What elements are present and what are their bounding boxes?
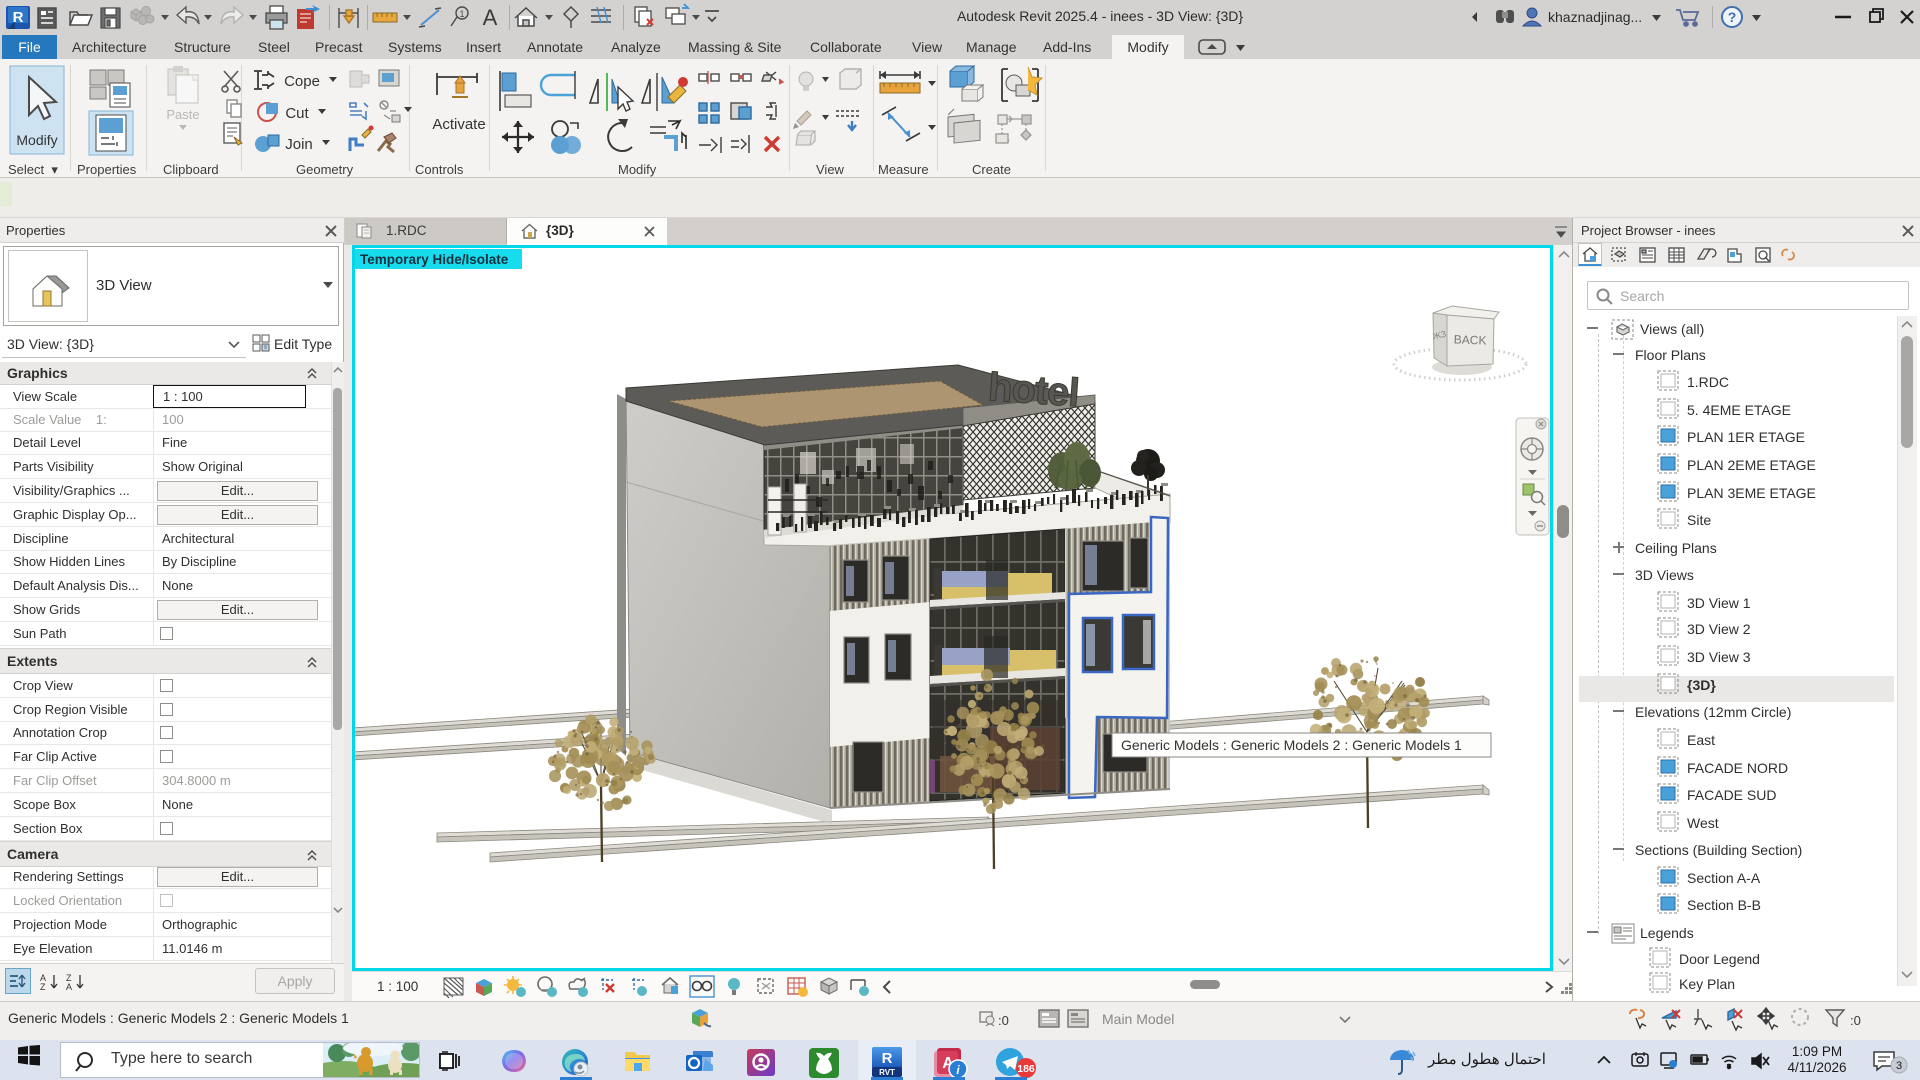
svg-text:BACK: BACK bbox=[1454, 332, 1487, 347]
svg-text::0: :0 bbox=[998, 1013, 1009, 1028]
svg-text:Modify: Modify bbox=[16, 132, 57, 148]
svg-text:hotel: hotel bbox=[987, 365, 1080, 415]
svg-text:?: ? bbox=[1728, 9, 1737, 25]
svg-text:Activate: Activate bbox=[432, 116, 485, 133]
svg-text:R: R bbox=[882, 1050, 893, 1067]
svg-text:A: A bbox=[483, 5, 498, 30]
svg-text:A: A bbox=[66, 982, 72, 991]
svg-text:Join: Join bbox=[285, 136, 313, 153]
svg-text:Temporary Hide/Isolate: Temporary Hide/Isolate bbox=[360, 252, 509, 267]
svg-text:RVT: RVT bbox=[879, 1068, 895, 1077]
svg-text:1: 1 bbox=[459, 9, 464, 19]
svg-text::0: :0 bbox=[1850, 1013, 1861, 1028]
svg-text:Paste: Paste bbox=[166, 107, 199, 122]
svg-text:Cut: Cut bbox=[285, 105, 309, 122]
svg-text:186: 186 bbox=[1017, 1063, 1035, 1075]
svg-text:Generic Models : Generic Model: Generic Models : Generic Models 2 : Gene… bbox=[1121, 737, 1462, 753]
svg-text:3: 3 bbox=[1896, 1060, 1902, 1072]
svg-text:R: R bbox=[13, 9, 24, 26]
svg-text:Cope: Cope bbox=[284, 73, 320, 90]
svg-text:Z: Z bbox=[40, 982, 46, 991]
svg-text:khaznadjinag...: khaznadjinag... bbox=[1548, 9, 1642, 25]
